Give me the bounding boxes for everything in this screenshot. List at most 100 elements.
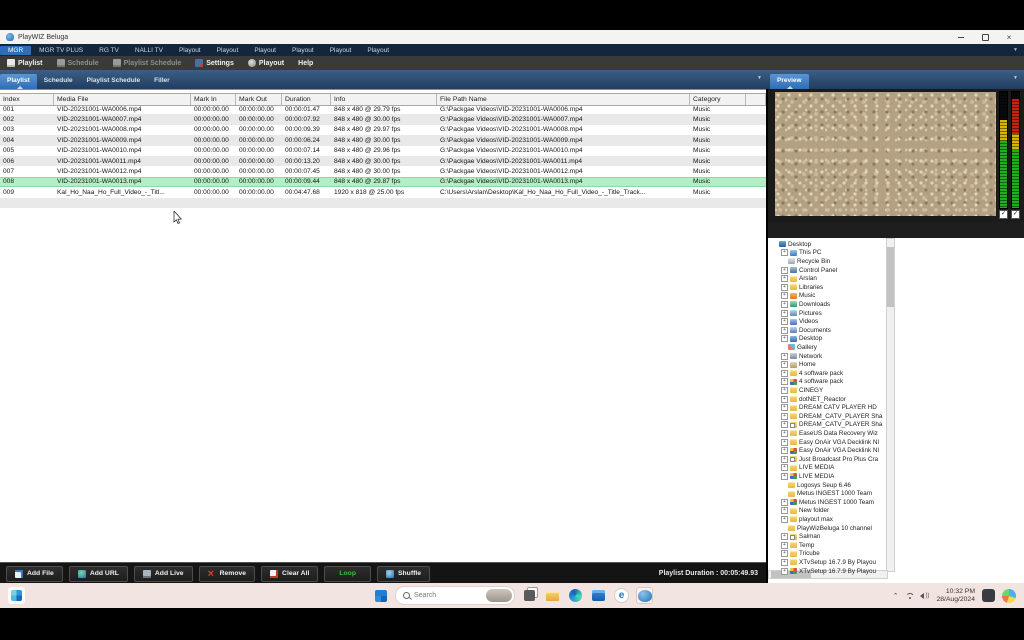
tree-item-tricube-36[interactable]: +Tricube bbox=[781, 550, 820, 559]
tab-preview[interactable]: Preview bbox=[770, 74, 809, 89]
weather-tray-icon[interactable] bbox=[1002, 589, 1016, 603]
expander-icon[interactable]: + bbox=[781, 499, 788, 506]
expander-icon[interactable]: + bbox=[781, 275, 788, 282]
tree-item-4-software-pack-16[interactable]: +4 software pack bbox=[781, 378, 843, 387]
expander-icon[interactable]: + bbox=[781, 361, 788, 368]
expander-icon[interactable]: + bbox=[781, 249, 788, 256]
tab-playlist[interactable]: Playlist bbox=[0, 74, 37, 89]
tree-item-cinegy-17[interactable]: +CINEGY bbox=[781, 386, 823, 395]
briefcase-app-button[interactable] bbox=[590, 587, 607, 604]
toolbar-item-schedule[interactable]: Schedule bbox=[50, 59, 106, 67]
menu-item-playout-4[interactable]: Playout bbox=[171, 46, 209, 55]
expander-icon[interactable]: + bbox=[781, 318, 788, 325]
tree-item-temp-35[interactable]: +Temp bbox=[781, 541, 814, 550]
shuffle-button[interactable]: Shuffle bbox=[377, 566, 430, 582]
tree-item-easy-onair-vga-decklink-ni-24[interactable]: +Easy OnAir VGA Decklink NI bbox=[781, 446, 879, 455]
expander-icon[interactable]: + bbox=[781, 516, 788, 523]
table-row[interactable]: 005VID-20231001-WA0010.mp400:00:00.0000:… bbox=[0, 146, 766, 156]
e-app-button[interactable]: e bbox=[613, 587, 630, 604]
table-row[interactable]: 009Kal_Ho_Naa_Ho_Full_Video_-_Titl...00:… bbox=[0, 187, 766, 197]
wifi-icon[interactable] bbox=[905, 593, 913, 599]
tree-item-xtvsetup-16-7-9-by-playou-38[interactable]: +XTvSetup 16.7.9 By Playou bbox=[781, 567, 876, 576]
expander-icon[interactable]: + bbox=[781, 327, 788, 334]
expander-icon[interactable]: + bbox=[781, 335, 788, 342]
tree-item-downloads-7[interactable]: +Downloads bbox=[781, 300, 830, 309]
tray-chevron-up-icon[interactable]: ⌃ bbox=[893, 592, 899, 600]
preview-strip-dropdown-icon[interactable]: ▼ bbox=[1013, 75, 1018, 81]
menu-item-rg-tv-2[interactable]: RG TV bbox=[91, 46, 127, 55]
table-row[interactable]: 004VID-20231001-WA0009.mp400:00:00.0000:… bbox=[0, 135, 766, 145]
expander-icon[interactable]: + bbox=[781, 421, 788, 428]
notifications-icon[interactable] bbox=[982, 589, 995, 602]
expander-icon[interactable]: + bbox=[781, 292, 788, 299]
menu-item-playout-8[interactable]: Playout bbox=[322, 46, 360, 55]
expander-icon[interactable]: + bbox=[781, 301, 788, 308]
tree-item-just-broadcast-pro-plus-cra-25[interactable]: +Just Broadcast Pro Plus Cra bbox=[781, 455, 878, 464]
toolbar-item-playlist-schedule[interactable]: Playlist Schedule bbox=[106, 59, 189, 67]
tree-item-videos-9[interactable]: +Videos bbox=[781, 317, 818, 326]
audio-left-checkbox[interactable]: ✓ bbox=[999, 210, 1008, 219]
toolbar-item-playlist[interactable]: Playlist bbox=[0, 59, 50, 67]
expander-icon[interactable]: + bbox=[781, 507, 788, 514]
toolbar-item-playout[interactable]: Playout bbox=[241, 59, 291, 67]
expander-icon[interactable]: + bbox=[781, 353, 788, 360]
task-view-button[interactable] bbox=[521, 587, 538, 604]
tree-item-desktop-0[interactable]: Desktop bbox=[772, 240, 811, 249]
edge-button[interactable] bbox=[567, 587, 584, 604]
table-row[interactable]: 006VID-20231001-WA0011.mp400:00:00.0000:… bbox=[0, 156, 766, 166]
toolbar-item-settings[interactable]: Settings bbox=[188, 59, 241, 67]
tree-item-logosys-seup-6-46-28[interactable]: Logosys Seup 6.46 bbox=[781, 481, 851, 490]
tree-item-easeus-data-recovery-wiz-22[interactable]: +EaseUS Data Recovery Wiz bbox=[781, 429, 878, 438]
tree-item-dream-catv-player-sha-21[interactable]: +DREAM_CATV_PLAYER Sha bbox=[781, 421, 882, 430]
tree-item-arslan-4[interactable]: +Arslan bbox=[781, 274, 817, 283]
toolbar-item-help[interactable]: Help bbox=[291, 60, 320, 67]
clear-all-button[interactable]: Clear All bbox=[261, 566, 318, 582]
loop-button[interactable]: Loop bbox=[324, 566, 371, 582]
tree-item-gallery-12[interactable]: Gallery bbox=[781, 343, 817, 352]
tray-clock[interactable]: 10:32 PM 28/Aug/2024 bbox=[936, 588, 975, 604]
tree-item-metus-ingest-1000-team-29[interactable]: Metus INGEST 1000 Team bbox=[781, 489, 872, 498]
tree-item-network-13[interactable]: +Network bbox=[781, 352, 822, 361]
tree-item-dotnet-reactor-18[interactable]: +dotNET_Reactor bbox=[781, 395, 846, 404]
expander-icon[interactable]: + bbox=[781, 559, 788, 566]
tree-item-dream-catv-player-hd-19[interactable]: +DREAM CATV PLAYER HD bbox=[781, 403, 877, 412]
expander-icon[interactable]: + bbox=[781, 568, 788, 575]
tree-item-live-media-26[interactable]: +LIVE MEDIA bbox=[781, 464, 834, 473]
menu-item-mgr-0[interactable]: MGR bbox=[0, 46, 31, 55]
expander-icon[interactable]: + bbox=[781, 473, 788, 480]
tree-item-salman-34[interactable]: +Salman bbox=[781, 532, 820, 541]
expander-icon[interactable]: + bbox=[781, 310, 788, 317]
table-row[interactable]: 007VID-20231001-WA0012.mp400:00:00.0000:… bbox=[0, 166, 766, 176]
maximize-button[interactable] bbox=[980, 32, 990, 42]
menu-item-playout-5[interactable]: Playout bbox=[209, 46, 247, 55]
volume-icon[interactable]: )) bbox=[920, 593, 929, 599]
menu-item-playout-9[interactable]: Playout bbox=[359, 46, 397, 55]
expander-icon[interactable]: + bbox=[781, 378, 788, 385]
expander-icon[interactable]: + bbox=[781, 533, 788, 540]
table-row[interactable]: 008VID-20231001-WA0013.mp400:00:00.0000:… bbox=[0, 177, 766, 187]
playwiz-taskbar-button[interactable] bbox=[636, 587, 653, 604]
tab-playlist-schedule[interactable]: Playlist Schedule bbox=[80, 74, 147, 89]
expander-icon[interactable]: + bbox=[781, 464, 788, 471]
expander-icon[interactable]: + bbox=[781, 447, 788, 454]
expander-icon[interactable]: + bbox=[781, 404, 788, 411]
table-row[interactable]: 003VID-20231001-WA0008.mp400:00:00.0000:… bbox=[0, 125, 766, 135]
tree-item-playwizbeluga-10-channel-33[interactable]: PlayWizBeluga 10 channel bbox=[781, 524, 872, 533]
tree-item-playout-max-32[interactable]: +playout max bbox=[781, 515, 833, 524]
tree-item-music-6[interactable]: +Music bbox=[781, 292, 815, 301]
expander-icon[interactable]: + bbox=[781, 550, 788, 557]
tree-item-control-panel-3[interactable]: +Control Panel bbox=[781, 266, 837, 275]
widgets-button[interactable] bbox=[8, 587, 25, 604]
expander-icon[interactable]: + bbox=[781, 284, 788, 291]
start-button[interactable] bbox=[372, 587, 389, 604]
menu-item-playout-6[interactable]: Playout bbox=[246, 46, 284, 55]
expander-icon[interactable]: + bbox=[781, 456, 788, 463]
remove-button[interactable]: Remove bbox=[199, 566, 255, 582]
expander-icon[interactable]: + bbox=[781, 396, 788, 403]
table-row[interactable]: 001VID-20231001-WA0006.mp400:00:00.0000:… bbox=[0, 104, 766, 114]
tree-item-xtvsetup-16-7-9-by-playou-37[interactable]: +XTvSetup 16.7.9 By Playou bbox=[781, 558, 876, 567]
tree-item-4-software-pack-15[interactable]: +4 software pack bbox=[781, 369, 843, 378]
tree-item-desktop-11[interactable]: +Desktop bbox=[781, 335, 822, 344]
tree-item-home-14[interactable]: +Home bbox=[781, 360, 816, 369]
close-button[interactable]: × bbox=[1004, 32, 1014, 42]
